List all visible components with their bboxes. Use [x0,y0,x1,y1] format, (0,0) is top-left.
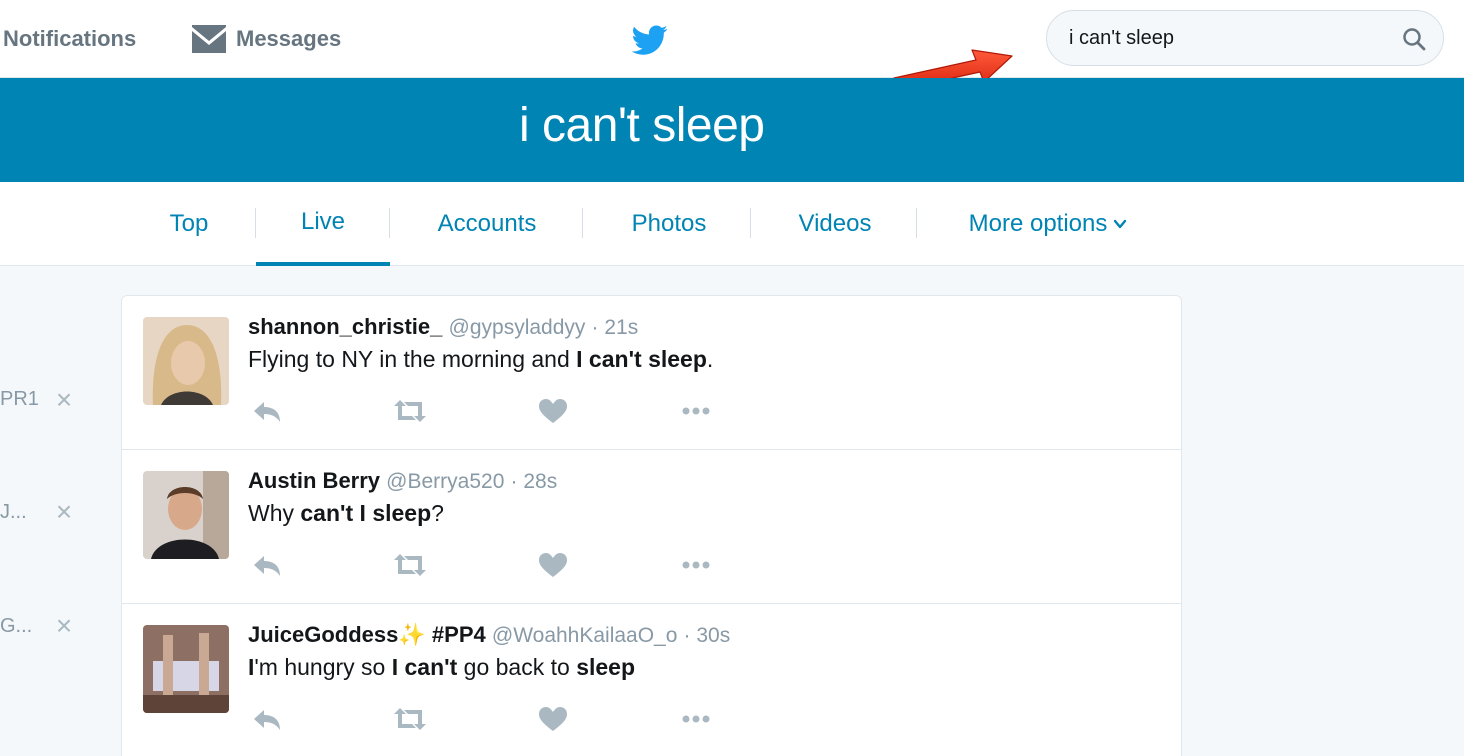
like-icon[interactable] [533,550,573,580]
reply-icon[interactable] [248,550,288,580]
tab-photos-label: Photos [631,210,707,237]
search-icon[interactable] [1401,26,1427,52]
retweet-icon[interactable] [390,704,430,734]
tab-more-options-label: More options [968,210,1108,237]
more-icon[interactable] [676,704,716,734]
sidebar-item-label: PR1 [0,387,39,410]
tab-videos[interactable]: Videos [776,182,894,266]
search-tabs: Top Live Accounts Photos Videos More opt… [0,182,1464,266]
tab-live-label: Live [300,208,346,235]
close-icon[interactable]: × [52,498,76,526]
sidebar-item[interactable]: J... [0,497,27,527]
search-results-timeline: shannon_christie_ @gypsyladdyy · 21s Fly… [121,295,1182,756]
tweet-handle[interactable]: @gypsyladdyy [449,316,586,339]
tweet-text-part: ? [431,500,444,526]
reply-icon[interactable] [248,396,288,426]
tweet-actions [248,396,728,426]
tweet-text-highlight: I can't [391,654,458,680]
nav-messages-label: Messages [236,26,342,51]
tweet-text: Flying to NY in the morning and I can't … [248,346,713,373]
nav-notifications-label: Notifications [3,26,137,51]
tweet-hashtag[interactable]: #PP4 [432,622,486,647]
tab-videos-label: Videos [798,210,872,237]
tweet[interactable]: JuiceGoddess✨ #PP4 @WoahhKailaaO_o · 30s… [122,604,1181,756]
like-icon[interactable] [533,396,573,426]
tweet-fullname[interactable]: JuiceGoddess [248,622,398,647]
tweet-text: I'm hungry so I can't go back to sleep [248,654,635,681]
tweet-timestamp[interactable]: · 30s [684,624,731,647]
tweet-text-highlight: sleep [576,654,636,680]
more-icon[interactable] [676,396,716,426]
sidebar-item[interactable]: PR1 [0,384,39,414]
tweet-text-part: Flying to NY in the morning and [248,346,577,372]
tweet-handle[interactable]: @WoahhKailaaO_o [492,624,678,647]
tweet-text-part: 'm hungry so [254,654,392,680]
avatar[interactable] [143,625,229,713]
tweet-text-part: . [706,346,714,372]
retweet-icon[interactable] [390,550,430,580]
tab-live[interactable]: Live [256,182,390,266]
tab-divider [916,208,917,238]
tweet-actions [248,550,728,580]
tweet-fullname[interactable]: Austin Berry [248,468,380,493]
avatar[interactable] [143,317,229,405]
tweet[interactable]: shannon_christie_ @gypsyladdyy · 21s Fly… [122,296,1181,450]
tweet-text-part: go back to [457,654,577,680]
tweet-actions [248,704,728,734]
sidebar-item-label: G... [0,614,33,637]
tweet-text-highlight: I can't sleep [576,346,707,372]
tweet-timestamp[interactable]: · 21s [592,316,639,339]
tweet-header: shannon_christie_ @gypsyladdyy · 21s [248,314,638,340]
tweet[interactable]: Austin Berry @Berrya520 · 28s Why can't … [122,450,1181,604]
tab-accounts[interactable]: Accounts [420,182,554,266]
nav-messages[interactable]: Messages [190,0,341,78]
chevron-down-icon [1114,219,1127,229]
search-header-banner: i can't sleep [0,78,1464,182]
sidebar-item[interactable]: G... [0,611,32,641]
tab-more-options[interactable]: More options [950,182,1146,266]
reply-icon[interactable] [248,704,288,734]
envelope-icon [192,25,226,53]
search-query-title: i can't sleep [519,99,765,152]
search-box [1046,10,1444,66]
tweet-timestamp[interactable]: · 28s [511,470,558,493]
tweet-fullname[interactable]: shannon_christie_ [248,314,442,339]
twitter-bird-icon[interactable] [630,22,670,58]
tweet-header: JuiceGoddess✨ #PP4 @WoahhKailaaO_o · 30s [248,622,730,648]
avatar[interactable] [143,471,229,559]
nav-notifications[interactable]: Notifications [3,0,136,78]
tab-photos[interactable]: Photos [610,182,728,266]
sidebar-item-label: J... [0,500,27,523]
search-input[interactable] [1069,11,1389,65]
tab-divider [582,208,583,238]
close-icon[interactable]: × [52,612,76,640]
top-navigation: Notifications Messages [0,0,1464,78]
tab-divider [750,208,751,238]
sparkles-emoji: ✨ [398,622,426,647]
more-icon[interactable] [676,550,716,580]
tweet-text-highlight: can't I sleep [300,500,432,526]
tab-top-label: Top [169,210,209,237]
tweet-text: Why can't I sleep? [248,500,444,527]
tweet-header: Austin Berry @Berrya520 · 28s [248,468,557,494]
retweet-icon[interactable] [390,396,430,426]
tab-divider [389,208,390,238]
tweet-handle[interactable]: @Berrya520 [386,470,504,493]
close-icon[interactable]: × [52,386,76,414]
tweet-text-part: Why [248,500,301,526]
like-icon[interactable] [533,704,573,734]
tab-accounts-label: Accounts [437,210,537,237]
tab-top[interactable]: Top [150,182,228,266]
